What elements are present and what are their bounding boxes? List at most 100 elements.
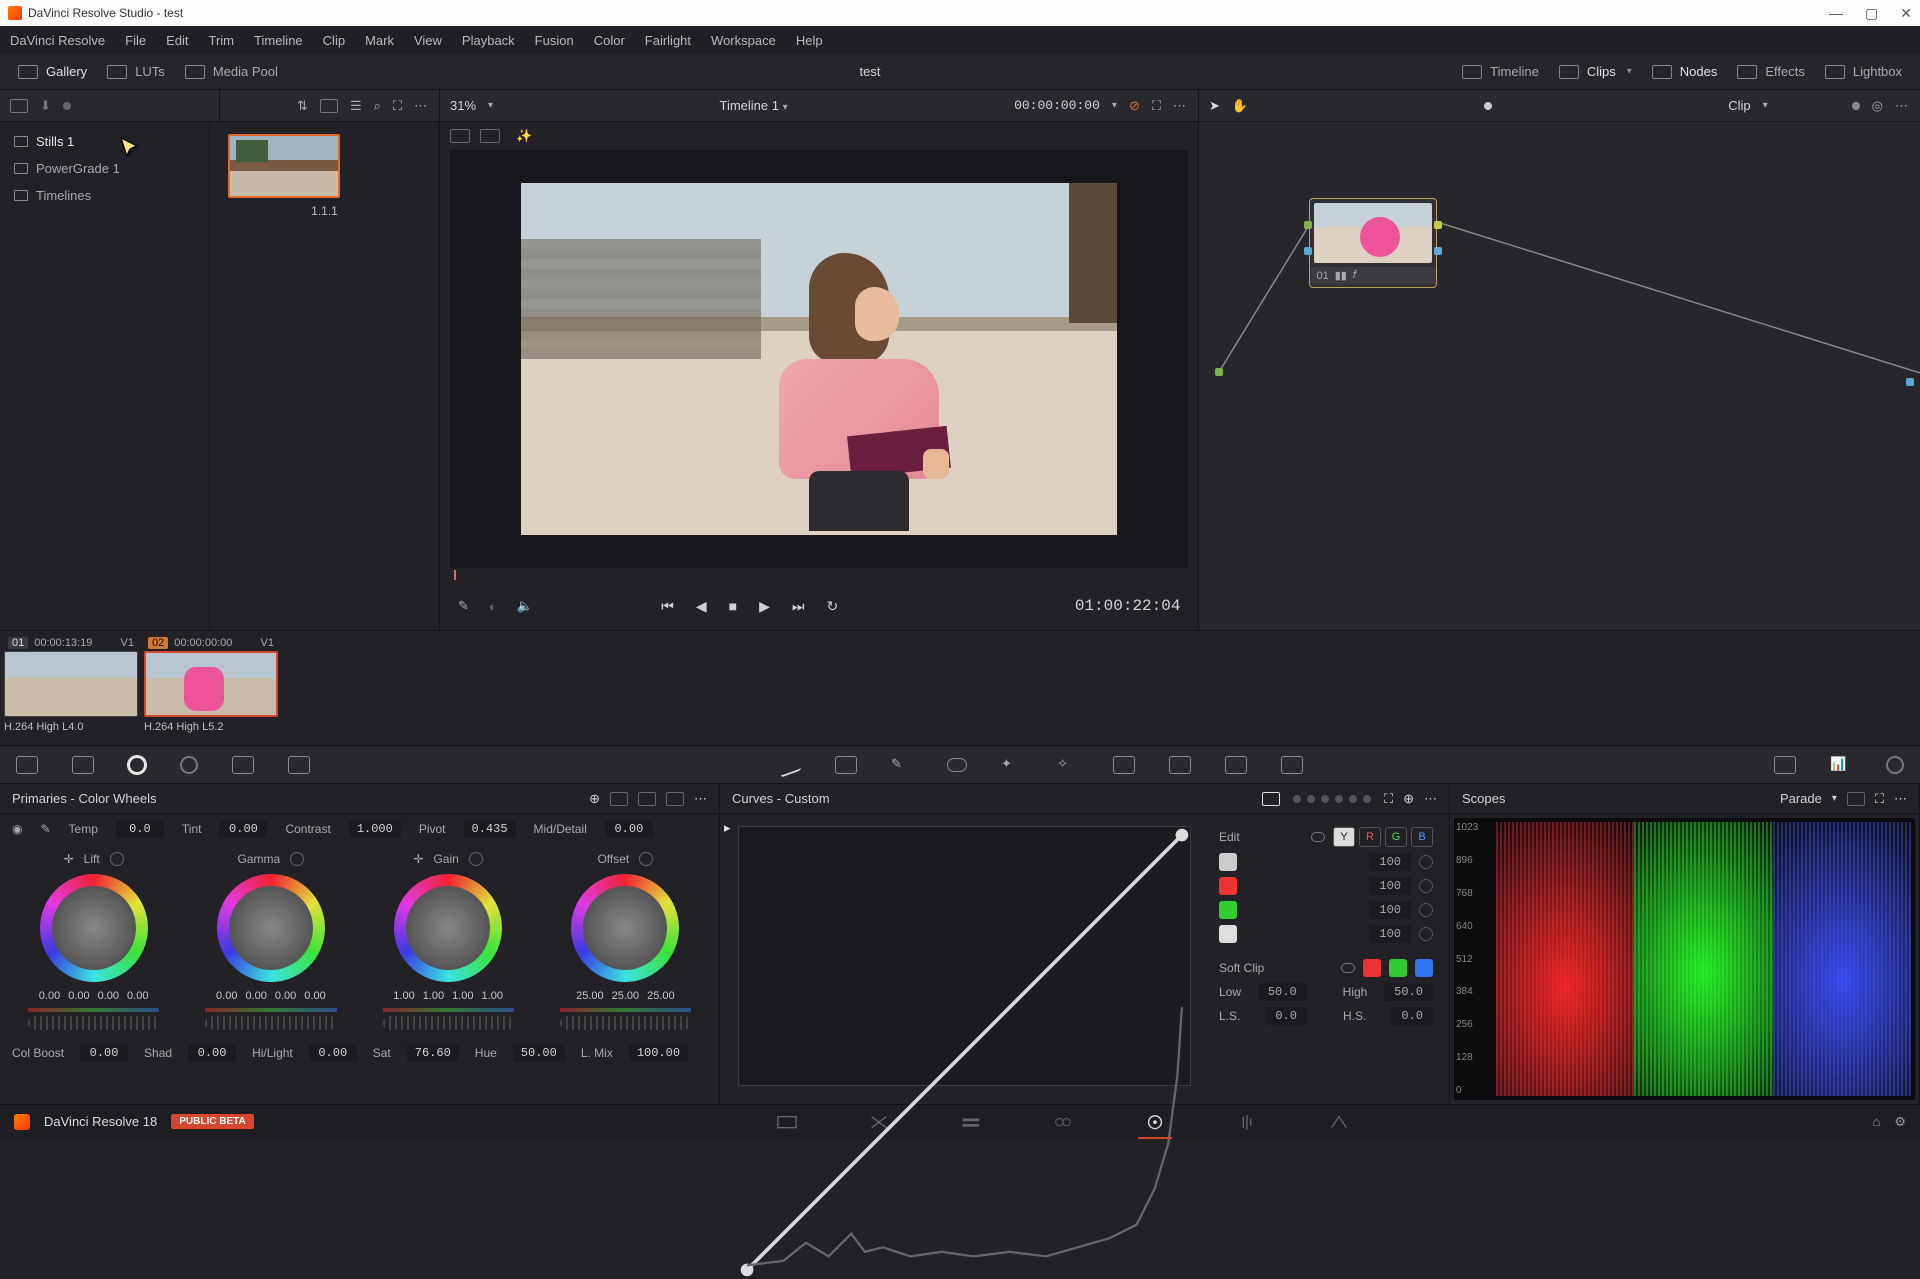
zoom-level[interactable]: 31% [450, 98, 476, 113]
page-media-icon[interactable] [776, 1113, 798, 1131]
more-icon[interactable]: ⋯ [414, 98, 429, 114]
gamma-reset-icon[interactable] [290, 852, 304, 866]
tracker-icon[interactable]: ✦ [1001, 756, 1023, 774]
curves-expand-icon[interactable]: ⛶ [1384, 791, 1393, 807]
gallery-still[interactable] [228, 134, 340, 198]
custom-curve-icon[interactable] [1262, 792, 1280, 806]
sort-icon[interactable]: ⇅ [297, 98, 308, 114]
edit-g-button[interactable]: G [1385, 827, 1407, 847]
home-icon[interactable]: ⌂ [1872, 1114, 1880, 1129]
warper-icon[interactable] [835, 756, 857, 774]
offset-r[interactable]: 25.00 [576, 990, 604, 1002]
gain-r[interactable]: 1.00 [423, 990, 444, 1002]
highlight-icon[interactable] [450, 129, 470, 143]
primaries-more-icon[interactable]: ⋯ [694, 791, 707, 807]
gallery-toggle[interactable]: Gallery [8, 54, 97, 89]
gain-colorwheel[interactable] [394, 874, 502, 982]
link-icon[interactable] [1311, 832, 1325, 842]
live-preview-dot[interactable] [63, 102, 71, 110]
menu-timeline[interactable]: Timeline [254, 33, 303, 48]
page-color-icon[interactable] [1144, 1113, 1166, 1131]
picker-icon[interactable]: ✎ [458, 598, 469, 614]
softclip-g-button[interactable] [1389, 959, 1407, 977]
colboost-value[interactable]: 0.00 [80, 1044, 128, 1062]
node-in-port[interactable] [1304, 221, 1312, 229]
menu-clip[interactable]: Clip [323, 33, 345, 48]
offset-b[interactable]: 25.00 [647, 990, 675, 1002]
lift-r[interactable]: 0.00 [68, 990, 89, 1002]
loop-button[interactable]: ↻ [827, 598, 839, 615]
softclip-link-icon[interactable] [1341, 963, 1355, 973]
zoom-chevron-icon[interactable]: ▾ [488, 100, 493, 111]
gamma-g[interactable]: 0.00 [275, 990, 296, 1002]
keyframe-icon[interactable] [1774, 756, 1796, 774]
hand-tool-icon[interactable]: ✋ [1232, 98, 1248, 114]
graph-output-port[interactable] [1906, 378, 1914, 386]
camera-raw-icon[interactable] [16, 756, 38, 774]
wand-icon[interactable]: ✨ [516, 128, 532, 144]
page-cut-icon[interactable] [868, 1113, 890, 1131]
offset-reset-icon[interactable] [639, 852, 653, 866]
sidebar-item-timelines[interactable]: Timelines [0, 182, 209, 209]
gamma-master-slider[interactable] [205, 1016, 336, 1030]
panel-icon[interactable] [10, 99, 28, 113]
qualifier-icon[interactable]: ✎ [891, 756, 913, 774]
temp-value[interactable]: 0.0 [116, 820, 164, 838]
edit-y-button[interactable]: Y [1333, 827, 1355, 847]
settings-icon[interactable]: ⚙ [1894, 1114, 1906, 1130]
search-icon[interactable]: ⌕ [374, 98, 381, 114]
last-frame-button[interactable]: ⏭ [792, 598, 805, 615]
curves-more-icon[interactable]: ⋯ [1424, 791, 1437, 807]
curves-reset-icon[interactable]: ⊕ [1403, 791, 1414, 807]
menu-help[interactable]: Help [796, 33, 823, 48]
clip-01[interactable]: 0100:00:13:19V1 H.264 High L4.0 [4, 635, 138, 745]
unmix-icon[interactable]: ◐ [489, 599, 497, 614]
curves-graph[interactable]: ▸ [720, 814, 1203, 1104]
menu-trim[interactable]: Trim [209, 33, 235, 48]
clip-thumbnail[interactable] [144, 651, 278, 717]
lum-intensity[interactable]: 100 [1369, 853, 1411, 871]
picker-icon[interactable]: ◉ [12, 822, 22, 836]
color-wheels-icon[interactable] [128, 756, 146, 774]
menu-color[interactable]: Color [594, 33, 625, 48]
auto-balance-icon[interactable]: ⊕ [589, 791, 600, 807]
motion-effects-icon[interactable] [288, 756, 310, 774]
menu-playback[interactable]: Playback [462, 33, 515, 48]
page-fairlight-icon[interactable] [1236, 1113, 1258, 1131]
target-icon[interactable]: ◎ [1872, 98, 1883, 114]
nodes-more-icon[interactable]: ⋯ [1895, 98, 1910, 114]
curves-icon[interactable] [781, 752, 801, 777]
nodes-toggle[interactable]: Nodes [1642, 54, 1728, 89]
key-icon[interactable] [1169, 756, 1191, 774]
menu-file[interactable]: File [125, 33, 146, 48]
ls-value[interactable]: 0.0 [1265, 1007, 1307, 1025]
window-icon[interactable] [947, 758, 967, 772]
grab-still-icon[interactable]: ⬇ [40, 98, 51, 114]
3d-icon[interactable] [1281, 756, 1303, 774]
page-fusion-icon[interactable] [1052, 1113, 1074, 1131]
gamma-colorwheel[interactable] [217, 874, 325, 982]
log-mode-icon[interactable] [666, 792, 684, 806]
hilite-value[interactable]: 0.00 [309, 1044, 357, 1062]
middetail-value[interactable]: 0.00 [605, 820, 653, 838]
thumb-view-icon[interactable] [320, 99, 338, 113]
page-deliver-icon[interactable] [1328, 1113, 1350, 1131]
tc-chevron-icon[interactable]: ▾ [1112, 100, 1117, 111]
node-graph[interactable]: 01 ▮▮ 𝑓 [1199, 122, 1920, 630]
node-alpha-out-port[interactable] [1434, 247, 1442, 255]
play-button[interactable]: ▶ [759, 598, 770, 615]
scopes-more-icon[interactable]: ⋯ [1894, 791, 1907, 807]
mute-icon[interactable]: 🔈 [517, 598, 533, 614]
offset-g[interactable]: 25.00 [612, 990, 640, 1002]
node-mode[interactable]: Clip [1728, 98, 1750, 113]
gain-g[interactable]: 1.00 [452, 990, 473, 1002]
clip-02[interactable]: 0200:00:00:00V1 H.264 High L5.2 [144, 635, 278, 745]
lift-b[interactable]: 0.00 [127, 990, 148, 1002]
gamma-b[interactable]: 0.00 [304, 990, 325, 1002]
minimize-button[interactable]: — [1829, 5, 1843, 22]
gamma-r[interactable]: 0.00 [245, 990, 266, 1002]
low-value[interactable]: 50.0 [1258, 983, 1307, 1001]
magic-mask-icon[interactable]: ✧ [1057, 756, 1079, 774]
scopes-chevron-icon[interactable]: ▾ [1832, 793, 1837, 804]
curve-mode-dots[interactable] [1290, 791, 1374, 806]
